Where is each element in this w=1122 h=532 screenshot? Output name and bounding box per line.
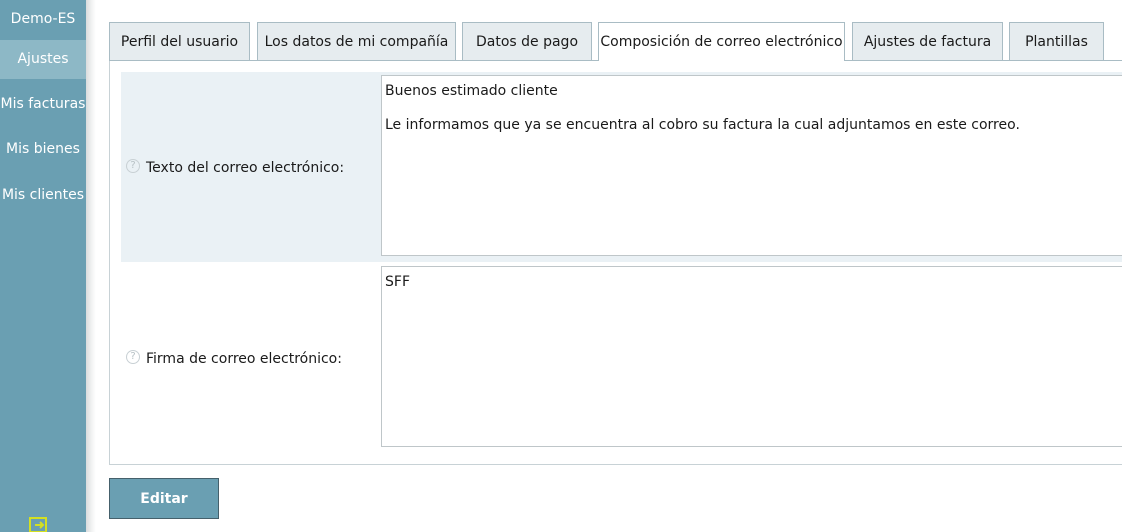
help-icon[interactable]: ? bbox=[126, 350, 140, 364]
sidebar-shadow bbox=[86, 0, 96, 532]
sidebar-item-mis-facturas[interactable]: Mis facturas bbox=[0, 96, 86, 116]
email-text-label: Texto del correo electrónico: bbox=[146, 160, 345, 176]
edit-button[interactable]: Editar bbox=[109, 478, 219, 519]
tab-label: Los datos de mi compañía bbox=[264, 33, 449, 50]
tab-ajustes-de-factura[interactable]: Ajustes de factura bbox=[852, 22, 1003, 60]
sidebar-item-mis-clientes[interactable]: Mis clientes bbox=[0, 187, 86, 207]
tab-datos-compania[interactable]: Los datos de mi compañía bbox=[257, 22, 456, 60]
signature-field[interactable]: SFF bbox=[381, 266, 1122, 447]
help-icon[interactable]: ? bbox=[126, 159, 140, 173]
sidebar-item-mis-bienes[interactable]: Mis bienes bbox=[0, 141, 86, 161]
signature-value: SFF bbox=[385, 274, 410, 290]
tab-datos-de-pago[interactable]: Datos de pago bbox=[462, 22, 592, 60]
tab-label: Perfil del usuario bbox=[120, 33, 239, 50]
exit-icon[interactable] bbox=[29, 517, 51, 532]
email-text-field[interactable]: Buenos estimado cliente Le informamos qu… bbox=[381, 75, 1122, 256]
email-text-line: Le informamos que ya se encuentra al cob… bbox=[385, 117, 1020, 133]
tab-label: Plantillas bbox=[1025, 33, 1088, 50]
tab-bar: Perfil del usuario Los datos de mi compa… bbox=[109, 22, 1122, 61]
tab-label: Ajustes de factura bbox=[863, 33, 992, 50]
tab-label: Datos de pago bbox=[475, 33, 579, 50]
tab-composicion-correo[interactable]: Composición de correo electrónico bbox=[598, 22, 845, 61]
email-text-line: Buenos estimado cliente bbox=[385, 83, 558, 99]
signature-label: Firma de correo electrónico: bbox=[146, 351, 342, 367]
sidebar-item-demo-es[interactable]: Demo-ES bbox=[0, 11, 86, 31]
tab-perfil-del-usuario[interactable]: Perfil del usuario bbox=[109, 22, 250, 60]
sidebar-item-ajustes[interactable]: Ajustes bbox=[0, 40, 86, 79]
tab-plantillas[interactable]: Plantillas bbox=[1009, 22, 1104, 60]
tab-label: Composición de correo electrónico bbox=[600, 34, 843, 50]
sidebar: Demo-ES Ajustes Mis facturas Mis bienes … bbox=[0, 0, 86, 532]
